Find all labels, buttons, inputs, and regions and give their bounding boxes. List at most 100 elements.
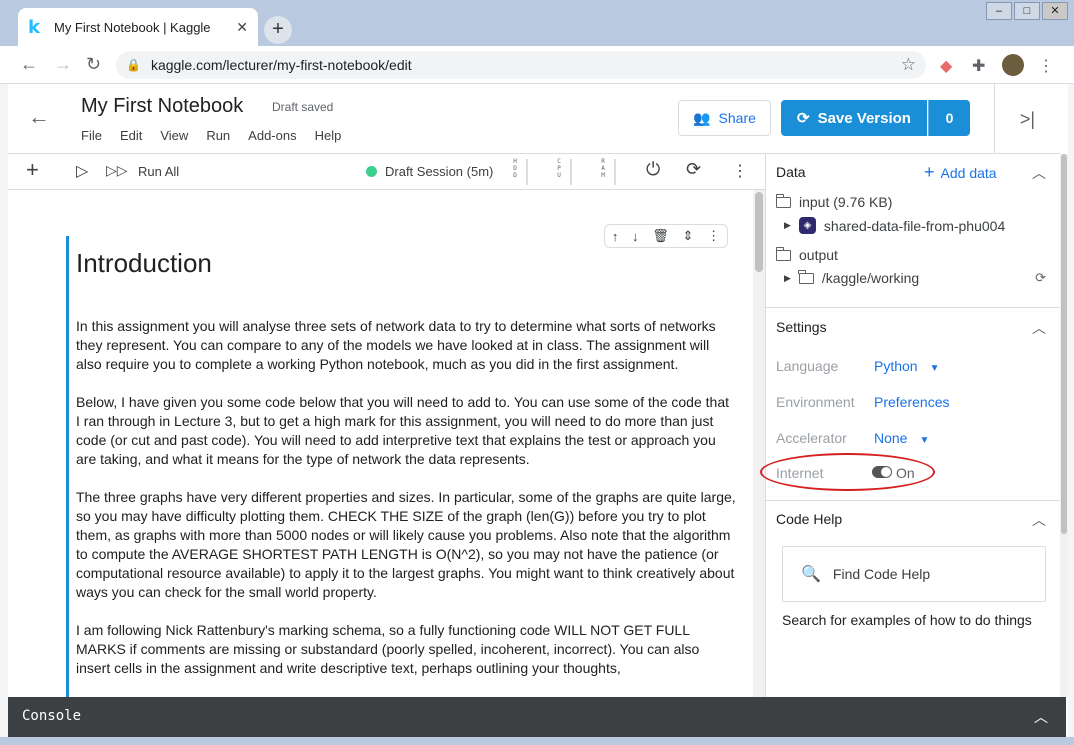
- find-code-help-label: Find Code Help: [832, 566, 931, 582]
- close-icon[interactable]: ✕: [236, 19, 248, 36]
- refresh-icon: ⟳: [797, 110, 810, 127]
- move-down-icon[interactable]: ↓: [632, 229, 639, 244]
- kaggle-favicon-icon: k: [28, 16, 40, 38]
- more-vert-icon[interactable]: ⋮: [1038, 56, 1054, 76]
- left-edge: [0, 84, 8, 737]
- cell-toolbar: ↑ ↓ 🗑 ⇕ ⋮: [604, 224, 728, 248]
- menu-run[interactable]: Run: [206, 128, 230, 143]
- collapse-panel-icon[interactable]: >|: [994, 84, 1060, 154]
- url-text: kaggle.com/lecturer/my-first-notebook/ed…: [150, 57, 412, 73]
- minimize-button[interactable]: –: [986, 2, 1012, 20]
- accelerator-label: Accelerator: [776, 430, 847, 446]
- chevron-up-icon[interactable]: ︿: [1032, 318, 1046, 338]
- right-panel: Data + Add data ︿ input (9.76 KB) ▶ ◈ sha…: [765, 154, 1060, 697]
- maximize-button[interactable]: □: [1014, 2, 1040, 20]
- run-all-button[interactable]: Run All: [138, 164, 179, 179]
- avatar[interactable]: [1002, 54, 1024, 76]
- reload-icon[interactable]: ↻: [86, 54, 101, 75]
- language-select[interactable]: Python ▼: [874, 358, 940, 374]
- add-data-button[interactable]: + Add data: [924, 162, 997, 183]
- dataset-name: shared-data-file-from-phu004: [823, 217, 1006, 234]
- people-icon: 👥: [693, 109, 711, 126]
- add-cell-icon[interactable]: +: [26, 157, 39, 183]
- run-all-icon[interactable]: ▷▷: [106, 162, 128, 179]
- menu-edit[interactable]: Edit: [120, 128, 142, 143]
- ram-meter: RAM: [601, 158, 605, 179]
- collapse-icon[interactable]: ⇕: [682, 228, 693, 244]
- dropdown-icon: ▼: [919, 435, 930, 446]
- hdd-bar: [526, 159, 528, 185]
- cpu-meter: CPU: [557, 158, 561, 179]
- restart-icon[interactable]: ⟳: [686, 159, 701, 180]
- language-value: Python: [874, 358, 918, 374]
- code-help-description: Search for examples of how to do things: [782, 612, 1032, 628]
- save-version-count[interactable]: 0: [928, 100, 970, 136]
- browser-tab[interactable]: k My First Notebook | Kaggle ✕: [18, 8, 258, 46]
- scroll-thumb[interactable]: [755, 192, 763, 272]
- window-controls: – □ ✕: [986, 2, 1068, 20]
- highlight-annotation: [760, 453, 935, 491]
- more-vert-icon[interactable]: ⋮: [732, 161, 748, 181]
- chevron-up-icon[interactable]: ︿: [1032, 510, 1046, 530]
- settings-section-title: Settings: [776, 319, 827, 335]
- dropdown-icon: ▼: [929, 363, 940, 374]
- puzzle-icon[interactable]: ✚: [972, 56, 985, 76]
- folder-icon: [798, 269, 814, 284]
- find-code-help-input[interactable]: 🔍 Find Code Help: [782, 546, 1046, 602]
- right-edge: [1068, 84, 1074, 737]
- address-bar: ← → ↻ 🔒 kaggle.com/lecturer/my-first-not…: [0, 46, 1074, 84]
- scroll-thumb[interactable]: [1061, 154, 1067, 534]
- extension-icon[interactable]: ◆: [940, 56, 952, 76]
- search-icon: 🔍: [801, 566, 821, 583]
- delete-icon[interactable]: 🗑: [652, 228, 669, 244]
- input-folder[interactable]: input (9.76 KB): [775, 193, 892, 210]
- session-status[interactable]: Draft Session (5m): [366, 164, 493, 179]
- back-arrow-icon[interactable]: ←: [28, 104, 50, 130]
- window-close-button[interactable]: ✕: [1042, 2, 1068, 20]
- chevron-up-icon[interactable]: ︿: [1034, 707, 1048, 727]
- output-folder[interactable]: output: [775, 246, 838, 263]
- dataset-icon: ◈: [798, 217, 816, 234]
- new-tab-button[interactable]: +: [264, 16, 292, 44]
- forward-icon[interactable]: →: [54, 54, 72, 75]
- environment-preferences-link[interactable]: Preferences: [874, 394, 949, 410]
- accelerator-select[interactable]: None ▼: [874, 430, 929, 446]
- cell-selection-bar: [66, 236, 69, 697]
- panel-scrollbar[interactable]: [1060, 154, 1068, 697]
- expand-arrow-icon[interactable]: ▶: [784, 220, 791, 231]
- working-dir: /kaggle/working: [821, 270, 920, 286]
- menu-file[interactable]: File: [81, 128, 102, 143]
- notebook-scrollbar[interactable]: [753, 190, 765, 697]
- dataset-item[interactable]: ▶ ◈ shared-data-file-from-phu004: [784, 217, 1005, 234]
- menu-addons[interactable]: Add-ons: [248, 128, 296, 143]
- cell-paragraph: Below, I have given you some code below …: [76, 394, 729, 467]
- markdown-cell[interactable]: Introduction In this assignment you will…: [76, 248, 736, 697]
- notebook-title[interactable]: My First Notebook: [81, 95, 243, 118]
- bookmark-star-icon[interactable]: ☆: [901, 55, 916, 75]
- save-version-button[interactable]: ⟳ Save Version: [781, 100, 927, 136]
- expand-arrow-icon[interactable]: ▶: [784, 273, 791, 284]
- url-field[interactable]: 🔒 kaggle.com/lecturer/my-first-notebook/…: [116, 51, 926, 79]
- cell-paragraph: In this assignment you will analyse thre…: [76, 318, 716, 372]
- power-icon[interactable]: ⏻: [646, 159, 660, 180]
- cell-heading: Introduction: [76, 248, 212, 278]
- accelerator-value: None: [874, 430, 908, 446]
- menu-view[interactable]: View: [160, 128, 188, 143]
- working-dir-item[interactable]: ▶ /kaggle/working: [784, 269, 920, 286]
- notebook-content[interactable]: ↑ ↓ 🗑 ⇕ ⋮ Introduction In this assignmen…: [8, 190, 753, 697]
- console-label: Console: [22, 708, 82, 724]
- more-vert-icon[interactable]: ⋮: [707, 228, 720, 244]
- chevron-up-icon[interactable]: ︿: [1032, 163, 1046, 183]
- run-icon[interactable]: ▷: [76, 161, 88, 181]
- menu-help[interactable]: Help: [315, 128, 342, 143]
- back-icon[interactable]: ←: [20, 54, 38, 75]
- folder-icon: [775, 193, 791, 208]
- move-up-icon[interactable]: ↑: [612, 229, 619, 244]
- lock-icon: 🔒: [126, 58, 141, 72]
- refresh-icon[interactable]: ⟳: [1035, 270, 1046, 286]
- share-button[interactable]: 👥 Share: [678, 100, 771, 136]
- notebook-header: ← My First Notebook Draft saved File Edi…: [8, 84, 1060, 154]
- code-help-section-title: Code Help: [776, 511, 843, 527]
- output-label: output: [799, 247, 838, 263]
- console-bar[interactable]: Console ︿: [8, 697, 1066, 737]
